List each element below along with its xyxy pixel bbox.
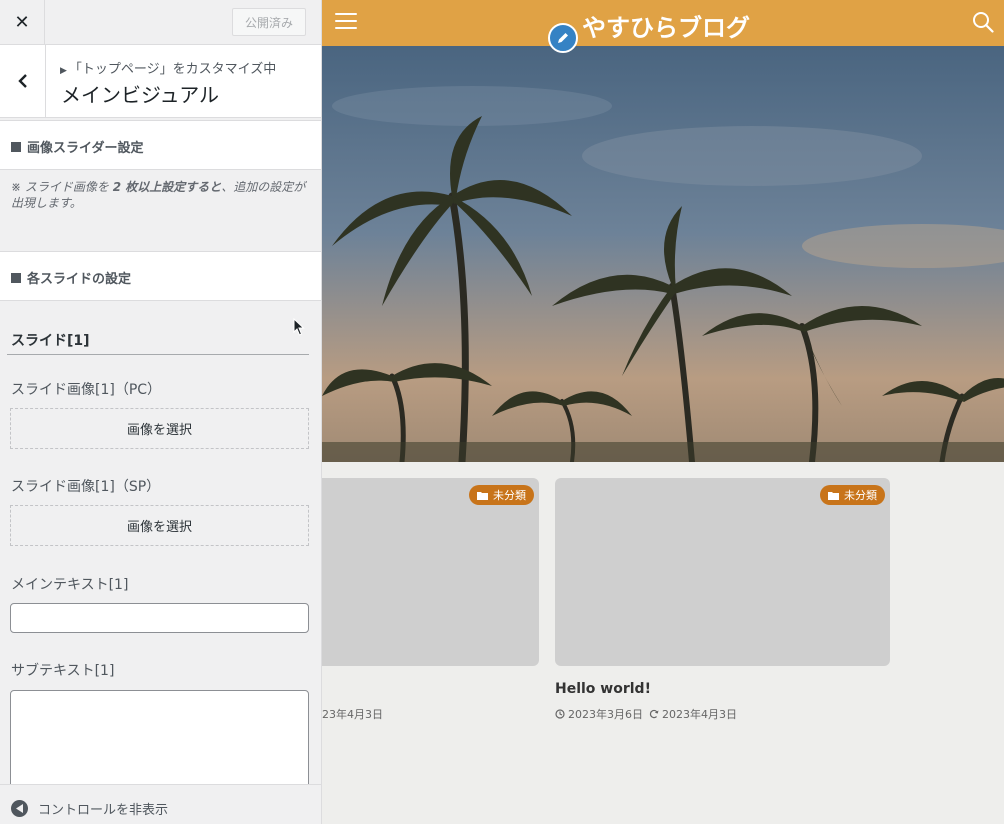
folder-icon xyxy=(477,491,488,500)
customizer-sidebar: ✕ 公開済み ▶ 「トップページ」をカスタマイズ中 メインビジュアル 画像スライダ… xyxy=(0,0,322,824)
updated-date: 23年4月3日 xyxy=(322,708,383,721)
select-image-sp-button[interactable]: 画像を選択 xyxy=(10,505,309,546)
close-customizer-button[interactable]: ✕ xyxy=(0,0,45,45)
sub-text-label: サブテキスト[1] xyxy=(11,663,115,679)
edit-shortcut-button[interactable] xyxy=(548,23,578,53)
group-title: 画像スライダー設定 xyxy=(11,137,143,156)
folder-icon xyxy=(828,491,839,500)
divider xyxy=(7,354,309,355)
panel-title: メインビジュアル xyxy=(61,83,219,107)
updated-date: 2023年4月3日 xyxy=(662,708,737,721)
site-preview: やすひらブログ 未分類 23年4月3日 未分類 Hello world! 202… xyxy=(322,0,1004,824)
search-icon[interactable] xyxy=(972,11,994,33)
main-visual-image xyxy=(322,46,1004,462)
customizer-footer: コントロールを非表示 xyxy=(0,784,321,824)
mouse-cursor-icon xyxy=(293,318,305,336)
customizer-topbar: ✕ 公開済み xyxy=(0,0,321,45)
close-icon: ✕ xyxy=(14,12,30,33)
chevron-left-icon xyxy=(17,74,27,88)
publish-button[interactable]: 公開済み xyxy=(232,8,306,36)
site-header: やすひらブログ xyxy=(322,0,1004,46)
note-prefix: ※ スライド画像を xyxy=(11,180,113,194)
category-label: 未分類 xyxy=(844,489,877,502)
main-text-label: メインテキスト[1] xyxy=(11,577,129,593)
menu-icon[interactable] xyxy=(335,13,357,31)
refresh-icon xyxy=(649,709,659,719)
note-bold: 2 枚以上設定すると xyxy=(112,180,222,194)
select-image-pc-button[interactable]: 画像を選択 xyxy=(10,408,309,449)
main-text-input[interactable] xyxy=(10,603,309,633)
category-badge[interactable]: 未分類 xyxy=(820,485,885,505)
image-sp-label: スライド画像[1]（SP） xyxy=(11,479,161,495)
back-button[interactable] xyxy=(0,45,46,117)
pencil-icon xyxy=(558,33,568,43)
post-title[interactable]: Hello world! xyxy=(555,681,651,697)
section-header: ▶ 「トップページ」をカスタマイズ中 メインビジュアル xyxy=(0,45,321,118)
category-badge[interactable]: 未分類 xyxy=(469,485,534,505)
post-card-thumbnail[interactable]: 未分類 xyxy=(555,478,890,666)
category-label: 未分類 xyxy=(493,489,526,502)
group-header-slider-settings: 画像スライダー設定 xyxy=(0,120,321,170)
image-pc-label: スライド画像[1]（PC） xyxy=(11,382,162,398)
breadcrumb: ▶ 「トップページ」をカスタマイズ中 xyxy=(60,58,276,77)
site-title[interactable]: やすひらブログ xyxy=(582,8,750,43)
post-card-thumbnail[interactable]: 未分類 xyxy=(322,478,539,666)
hide-controls-label: コントロールを非表示 xyxy=(38,803,169,818)
post-meta: 2023年3月6日 2023年4月3日 xyxy=(555,706,737,722)
slide-heading: スライド[1] xyxy=(11,333,90,349)
collapse-arrow-icon xyxy=(11,800,28,817)
published-date: 2023年3月6日 xyxy=(568,708,643,721)
group-title: 各スライドの設定 xyxy=(11,268,131,287)
breadcrumb-text: 「トップページ」をカスタマイズ中 xyxy=(68,62,277,77)
triangle-right-icon: ▶ xyxy=(60,66,67,76)
slider-note: ※ スライド画像を 2 枚以上設定すると、追加の設定が出現します。 xyxy=(11,179,311,211)
hide-controls-button[interactable]: コントロールを非表示 xyxy=(11,799,168,818)
clock-icon xyxy=(555,709,565,719)
group-header-each-slide: 各スライドの設定 xyxy=(0,251,321,301)
post-meta: 23年4月3日 xyxy=(322,706,383,722)
